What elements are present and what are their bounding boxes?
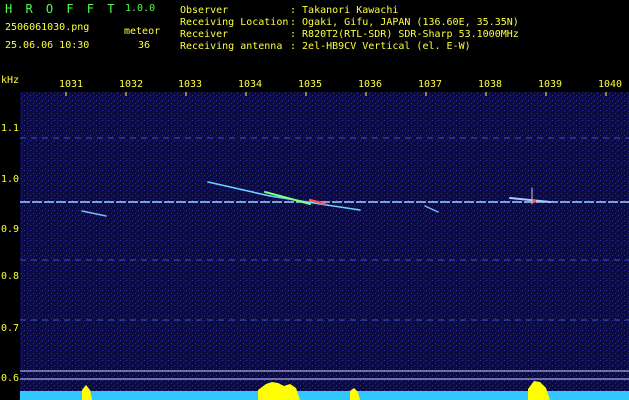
x-tick-label: 1039 (538, 79, 563, 90)
counter-value: 36 (138, 40, 151, 51)
info-label-observer: Observer (180, 5, 229, 16)
y-tick-label: 0.6 (1, 373, 20, 384)
info-label-receiver: Receiver (180, 29, 229, 40)
info-value-receiver: : R820T2(RTL-SDR) SDR-Sharp 53.1000MHz (290, 29, 519, 40)
x-tick-label: 1033 (178, 79, 203, 90)
x-tick-label: 1038 (478, 79, 503, 90)
x-tick-label: 1031 (59, 79, 84, 90)
counter-label: meteor (124, 26, 161, 37)
y-tick-label: 0.8 (1, 271, 20, 282)
x-tick-label: 1037 (418, 79, 443, 90)
info-value-antenna: : 2el-HB9CV Vertical (el. E-W) (290, 41, 471, 52)
capture-datetime: 25.06.06 10:30 (5, 40, 90, 51)
spectrogram (20, 92, 629, 400)
info-label-antenna: Receiving antenna (180, 41, 283, 52)
image-filename: 2506061030.png (5, 22, 90, 33)
x-tick-label: 1036 (358, 79, 383, 90)
app-version: 1.0.0 (125, 3, 156, 14)
y-tick-label: 1.0 (1, 174, 20, 185)
x-tick-label: 1034 (238, 79, 263, 90)
y-tick-label: 0.7 (1, 323, 20, 334)
x-tick-label: 1040 (598, 79, 623, 90)
info-label-location: Receiving Location (180, 17, 289, 28)
header-panel: H R O F F T 1.0.0 2506061030.png 25.06.0… (0, 0, 629, 75)
x-tick-label: 1035 (298, 79, 323, 90)
y-tick-label: 1.1 (1, 123, 20, 134)
info-value-location: : Ogaki, Gifu, JAPAN (136.60E, 35.35N) (290, 17, 519, 28)
x-tick-label: 1032 (119, 79, 144, 90)
info-value-observer: : Takanori Kawachi (290, 5, 399, 16)
y-tick-label: 0.9 (1, 224, 20, 235)
y-axis-unit: kHz (1, 75, 20, 86)
app-title: H R O F F T (5, 2, 118, 16)
